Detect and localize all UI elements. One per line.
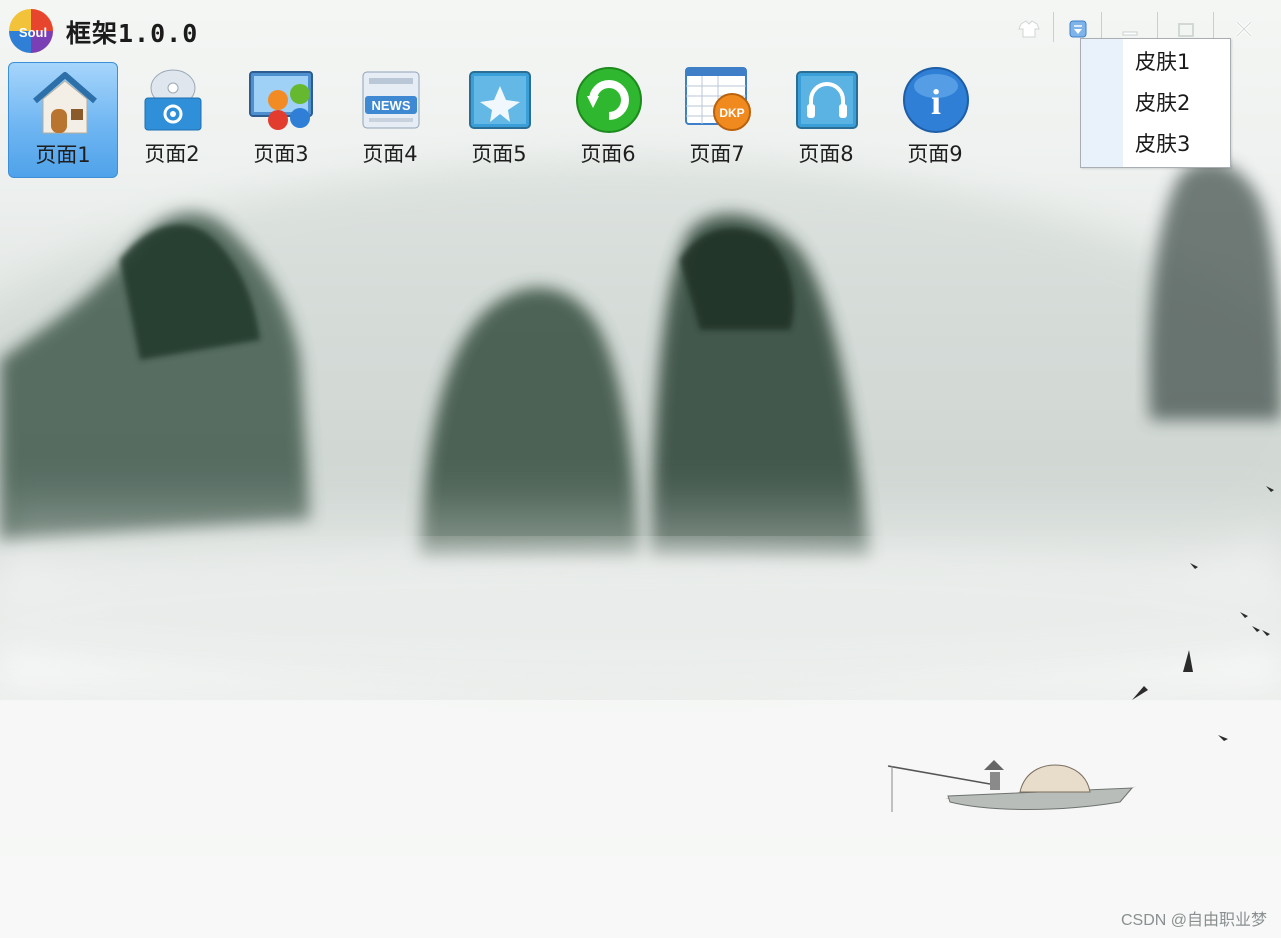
menu-gutter — [1081, 39, 1123, 167]
info-icon: i — [903, 67, 969, 133]
spreadsheet-icon: DKP — [685, 67, 751, 131]
dropdown-icon — [1069, 20, 1087, 38]
main-window: Soul 框架1.0.0 页面1 页面2 页面3 NEWS 页面4 页面5 页面… — [0, 0, 1281, 938]
skin-menu-item-2[interactable]: 皮肤2 — [1123, 84, 1230, 122]
app-logo: Soul — [9, 9, 53, 53]
svg-text:NEWS: NEWS — [372, 98, 411, 113]
close-icon — [1235, 20, 1253, 38]
nav-label-page4: 页面4 — [362, 142, 418, 166]
nav-label-page8: 页面8 — [798, 142, 854, 166]
watermark: CSDN @自由职业梦 — [1120, 912, 1267, 929]
nav-item-page3[interactable]: 页面3 — [226, 62, 336, 178]
maximize-icon — [1178, 23, 1194, 37]
skin-menu-item-3[interactable]: 皮肤3 — [1123, 125, 1230, 163]
nav-label-page2: 页面2 — [144, 142, 200, 166]
nav-label-page6: 页面6 — [580, 142, 636, 166]
star-shield-icon — [469, 71, 531, 129]
nav-item-page7[interactable]: DKP 页面7 — [662, 62, 772, 178]
app-title: 框架1.0.0 — [66, 19, 199, 48]
nav-item-page6[interactable]: 页面6 — [553, 62, 663, 178]
svg-text:Soul: Soul — [19, 25, 47, 40]
nav-label-page5: 页面5 — [471, 142, 527, 166]
svg-text:i: i — [931, 82, 941, 122]
svg-text:DKP: DKP — [719, 106, 744, 120]
home-icon — [33, 72, 97, 134]
separator — [1053, 12, 1054, 42]
skin-button[interactable] — [1014, 12, 1044, 46]
headphones-icon — [796, 71, 858, 129]
skin-menu-item-1[interactable]: 皮肤1 — [1123, 43, 1230, 81]
green-refresh-icon — [576, 67, 642, 133]
disc-settings-icon — [144, 69, 202, 131]
nav-item-page8[interactable]: 页面8 — [771, 62, 881, 178]
minimize-icon — [1122, 31, 1138, 36]
news-icon: NEWS — [362, 71, 420, 129]
skin-menu: 皮肤1 皮肤2 皮肤3 — [1080, 38, 1231, 168]
nav-label-page1: 页面1 — [35, 143, 91, 167]
nav-label-page7: 页面7 — [689, 142, 745, 166]
nav-item-page5[interactable]: 页面5 — [444, 62, 554, 178]
nav-item-page1[interactable]: 页面1 — [8, 62, 118, 178]
skin-icon — [1018, 20, 1040, 38]
nav-item-page2[interactable]: 页面2 — [117, 62, 227, 178]
nav-label-page3: 页面3 — [253, 142, 309, 166]
apps-monitor-icon — [249, 71, 313, 130]
nav-item-page4[interactable]: NEWS 页面4 — [335, 62, 445, 178]
nav-item-page9[interactable]: i 页面9 — [880, 62, 990, 178]
nav-label-page9: 页面9 — [907, 142, 963, 166]
close-button[interactable] — [1229, 12, 1259, 46]
